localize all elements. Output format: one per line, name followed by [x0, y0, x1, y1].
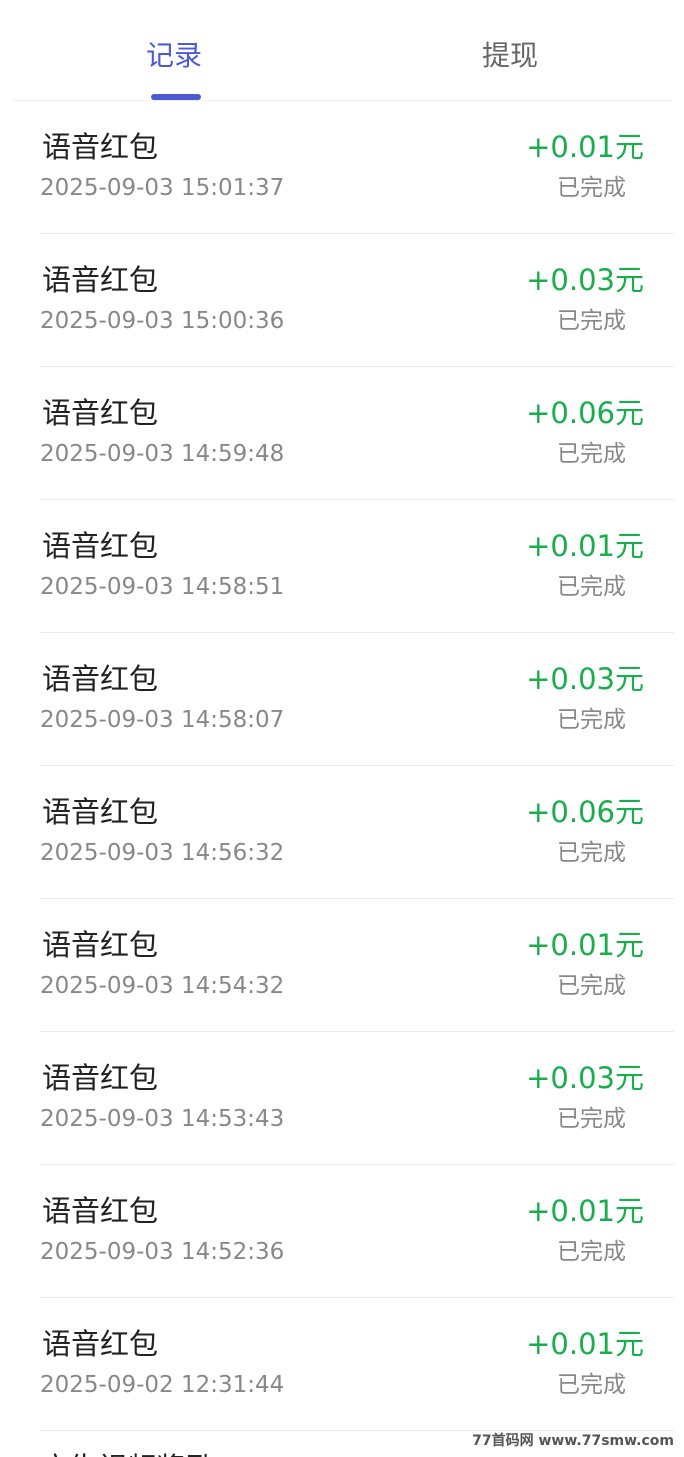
record-amount: +0.06元: [526, 795, 644, 829]
record-time: 2025-09-02 12:31:44: [40, 1372, 285, 1398]
list-item-partial[interactable]: 广告视频奖励: [40, 1440, 340, 1457]
list-item[interactable]: 语音红包 2025-09-02 12:31:44 +0.01元 已完成: [40, 1298, 674, 1431]
record-status: 已完成: [557, 840, 626, 866]
list-item[interactable]: 语音红包 2025-09-03 14:54:32 +0.01元 已完成: [40, 899, 674, 1032]
record-title: 语音红包: [42, 396, 159, 430]
record-title: 语音红包: [42, 263, 159, 297]
record-status: 已完成: [557, 1239, 626, 1265]
record-title: 广告视频奖励: [40, 1448, 340, 1457]
list-item[interactable]: 语音红包 2025-09-03 14:56:32 +0.06元 已完成: [40, 766, 674, 899]
record-time: 2025-09-03 14:54:32: [40, 973, 285, 999]
list-item[interactable]: 语音红包 2025-09-03 14:52:36 +0.01元 已完成: [40, 1165, 674, 1298]
record-status: 已完成: [557, 973, 626, 999]
list-item[interactable]: 语音红包 2025-09-03 14:53:43 +0.03元 已完成: [40, 1032, 674, 1165]
record-amount: +0.01元: [526, 529, 644, 563]
watermark: 77首码网 www.77smw.com: [468, 1431, 678, 1451]
record-title: 语音红包: [42, 1194, 159, 1228]
record-amount: +0.03元: [526, 662, 644, 696]
record-time: 2025-09-03 14:52:36: [40, 1239, 285, 1265]
record-status: 已完成: [557, 1372, 626, 1398]
active-tab-indicator: [151, 94, 201, 100]
record-title: 语音红包: [42, 928, 159, 962]
record-time: 2025-09-03 14:56:32: [40, 840, 285, 866]
record-time: 2025-09-03 14:59:48: [40, 441, 285, 467]
list-item[interactable]: 语音红包 2025-09-03 14:59:48 +0.06元 已完成: [40, 367, 674, 500]
record-title: 语音红包: [42, 130, 159, 164]
list-item[interactable]: 语音红包 2025-09-03 15:00:36 +0.03元 已完成: [40, 234, 674, 367]
tab-records[interactable]: 记录: [146, 36, 202, 76]
record-status: 已完成: [557, 707, 626, 733]
record-amount: +0.03元: [526, 1061, 644, 1095]
record-amount: +0.01元: [526, 928, 644, 962]
record-amount: +0.01元: [526, 130, 644, 164]
records-list: 语音红包 2025-09-03 15:01:37 +0.01元 已完成 语音红包…: [40, 101, 674, 1431]
record-status: 已完成: [557, 175, 626, 201]
record-status: 已完成: [557, 308, 626, 334]
record-time: 2025-09-03 14:58:07: [40, 707, 285, 733]
record-amount: +0.03元: [526, 263, 644, 297]
record-time: 2025-09-03 14:53:43: [40, 1106, 285, 1132]
tab-bar: 记录 提现: [12, 0, 672, 101]
record-title: 语音红包: [42, 1061, 159, 1095]
record-status: 已完成: [557, 1106, 626, 1132]
record-status: 已完成: [557, 574, 626, 600]
record-title: 语音红包: [42, 1327, 159, 1361]
record-amount: +0.06元: [526, 396, 644, 430]
record-status: 已完成: [557, 441, 626, 467]
tab-withdraw[interactable]: 提现: [482, 36, 538, 76]
record-time: 2025-09-03 14:58:51: [40, 574, 285, 600]
record-title: 语音红包: [42, 529, 159, 563]
record-time: 2025-09-03 15:00:36: [40, 308, 285, 334]
list-item[interactable]: 语音红包 2025-09-03 14:58:07 +0.03元 已完成: [40, 633, 674, 766]
record-time: 2025-09-03 15:01:37: [40, 175, 285, 201]
record-title: 语音红包: [42, 795, 159, 829]
record-amount: +0.01元: [526, 1327, 644, 1361]
record-amount: +0.01元: [526, 1194, 644, 1228]
record-title: 语音红包: [42, 662, 159, 696]
list-item[interactable]: 语音红包 2025-09-03 15:01:37 +0.01元 已完成: [40, 101, 674, 234]
list-item[interactable]: 语音红包 2025-09-03 14:58:51 +0.01元 已完成: [40, 500, 674, 633]
